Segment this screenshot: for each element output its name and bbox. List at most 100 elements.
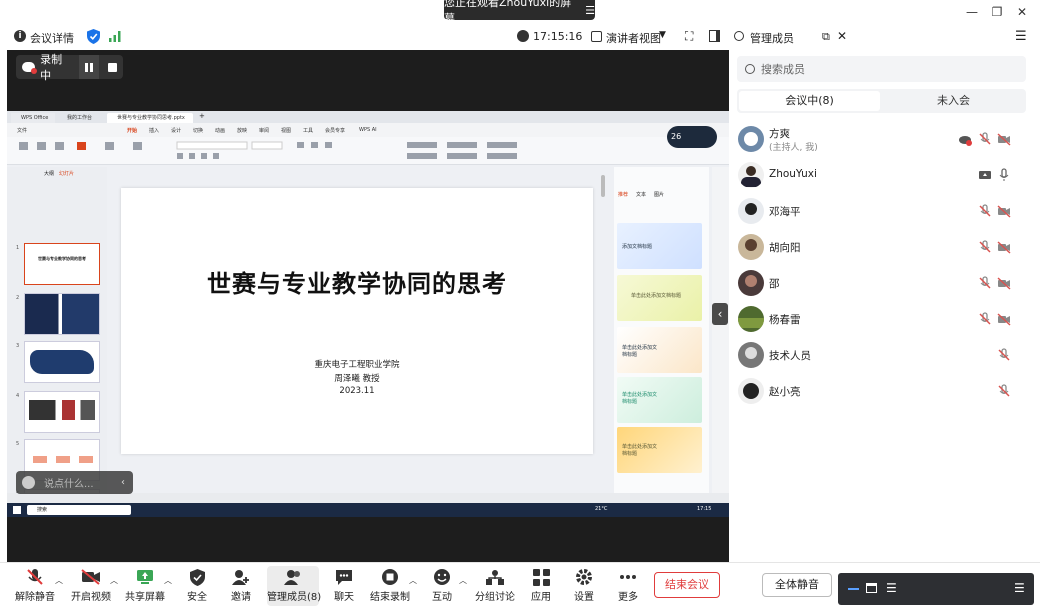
restore-icon[interactable]: ❐ [989, 4, 1005, 20]
invite-button[interactable]: 邀请 [224, 566, 258, 606]
slide-thumbnail-4[interactable] [24, 391, 100, 433]
menu-item[interactable]: 切换 [193, 127, 203, 134]
member-row[interactable]: ZhouYuxi [729, 158, 1040, 192]
stop-recording-button[interactable] [102, 55, 123, 79]
mic-off-icon[interactable] [997, 384, 1011, 398]
template-tab[interactable]: 图片 [654, 191, 664, 198]
menu-collapse-icon[interactable]: ☰ [1014, 581, 1025, 595]
viewing-banner[interactable]: 您正在观看ZhouYuxi的屏幕 ☰ [444, 0, 595, 25]
security-button[interactable]: 安全 [180, 566, 214, 606]
mic-off-icon[interactable] [978, 240, 992, 254]
mic-off-icon[interactable] [978, 132, 992, 146]
current-slide[interactable]: 世赛与专业教学协同的思考 重庆电子工程职业学院 周泽曦 教授 2023.11 [121, 188, 593, 454]
member-row[interactable]: 邓海平 [729, 194, 1040, 228]
member-row[interactable]: 方爽 (主持人, 我) [729, 122, 1040, 156]
tab-not-joined[interactable]: 未入会 [883, 91, 1024, 111]
windows-start-icon[interactable] [13, 506, 21, 514]
chevron-up-icon[interactable]: ︿ [110, 575, 118, 586]
menu-item[interactable]: 放映 [237, 127, 247, 134]
info-icon[interactable]: i [14, 30, 26, 42]
outline-tab[interactable]: 大纲 [44, 170, 54, 177]
slide-thumbnail-3[interactable] [24, 341, 100, 383]
vertical-scrollbar[interactable] [601, 175, 605, 197]
video-off-icon[interactable] [997, 276, 1011, 290]
member-row[interactable]: 胡向阳 [729, 230, 1040, 264]
tab-in-meeting[interactable]: 会议中(8) [739, 91, 880, 111]
list-icon[interactable]: ☰ [886, 581, 897, 595]
member-search-input[interactable]: 搜索成员 [737, 56, 1026, 82]
chat-quick-input[interactable]: 说点什么... ‹ [16, 471, 133, 494]
emoji-icon[interactable] [22, 476, 35, 489]
hamburger-menu-icon[interactable]: ☰ [1015, 29, 1027, 44]
menu-item-active[interactable]: 开始 [127, 127, 137, 134]
template-card[interactable]: 单击此处添加文档标题 [617, 275, 702, 321]
member-row[interactable]: 赵小亮 [729, 374, 1040, 408]
more-button[interactable]: 更多 [612, 566, 644, 606]
menu-item[interactable]: 工具 [303, 127, 313, 134]
video-off-icon[interactable] [997, 240, 1011, 254]
mic-off-icon[interactable] [978, 312, 992, 326]
slide-thumbnail-2[interactable] [24, 293, 100, 335]
taskbar-search[interactable]: 搜索 [27, 505, 131, 515]
window-icon[interactable] [866, 583, 877, 593]
pause-recording-button[interactable] [78, 55, 100, 79]
collapse-panel-button[interactable]: ‹ [712, 303, 728, 325]
member-row[interactable]: 邵 [729, 266, 1040, 300]
mic-off-icon[interactable] [978, 204, 992, 218]
slides-tab[interactable]: 幻灯片 [59, 170, 74, 177]
minimize-icon[interactable]: — [964, 4, 980, 20]
start-video-button[interactable]: 开启视频 [68, 566, 114, 606]
menu-item[interactable]: 会员专享 [325, 127, 345, 134]
menu-item[interactable]: 文件 [17, 127, 27, 134]
chevron-down-icon[interactable]: ▼ [659, 30, 666, 40]
template-card[interactable]: 单击此处添加文档标题 [617, 427, 702, 473]
member-row[interactable]: 技术人员 [729, 338, 1040, 372]
mic-off-icon[interactable] [978, 276, 992, 290]
unmute-button[interactable]: 解除静音 [12, 566, 58, 606]
manage-members-button[interactable]: 管理成员(8) [267, 566, 321, 606]
breakout-rooms-button[interactable]: 分组讨论 [474, 566, 516, 606]
end-meeting-button[interactable]: 结束会议 [654, 572, 720, 598]
split-view-icon[interactable] [709, 30, 720, 42]
close-panel-icon[interactable]: ✕ [837, 29, 847, 43]
chevron-up-icon[interactable]: ︿ [55, 575, 63, 586]
meeting-info-label[interactable]: 会议详情 [30, 30, 74, 46]
security-shield-icon[interactable] [87, 29, 100, 47]
mic-on-icon[interactable] [997, 168, 1011, 182]
menu-item[interactable]: 审阅 [259, 127, 269, 134]
fullscreen-icon[interactable]: ⛶ [685, 29, 693, 44]
minimize-icon[interactable] [848, 588, 859, 590]
menu-item[interactable]: 视图 [281, 127, 291, 134]
template-card[interactable]: 单击此处添加文档标题 [617, 327, 702, 373]
wps-tab-active[interactable]: 世赛与专业教学协同思考.pptx [107, 113, 193, 123]
popout-icon[interactable]: ⧉ [822, 30, 830, 44]
mic-off-icon[interactable] [997, 348, 1011, 362]
menu-item[interactable]: WPS AI [359, 127, 377, 133]
stop-recording-button[interactable]: 结束录制 [368, 566, 412, 606]
template-card[interactable]: 添加文档标题 [617, 223, 702, 269]
view-mode-label[interactable]: 演讲者视图 [606, 30, 661, 46]
wps-tab[interactable]: WPS Office [11, 113, 55, 123]
chat-button[interactable]: 聊天 [328, 566, 360, 606]
share-screen-button[interactable]: 共享屏幕 [122, 566, 168, 606]
tab-add-icon[interactable]: + [199, 112, 205, 120]
video-off-icon[interactable] [997, 312, 1011, 326]
menu-item[interactable]: 动画 [215, 127, 225, 134]
chevron-up-icon[interactable]: ︿ [164, 575, 172, 586]
settings-button[interactable]: 设置 [568, 566, 600, 606]
template-tab[interactable]: 文本 [636, 191, 646, 198]
chevron-left-icon[interactable]: ‹ [121, 477, 125, 488]
presenter-view-icon[interactable] [591, 31, 602, 42]
template-tab[interactable]: 推荐 [618, 191, 628, 198]
mute-all-button[interactable]: 全体静音 [762, 573, 832, 597]
video-off-icon[interactable] [997, 204, 1011, 218]
menu-item[interactable]: 设计 [171, 127, 181, 134]
video-off-icon[interactable] [997, 132, 1011, 146]
menu-item[interactable]: 插入 [149, 127, 159, 134]
member-row[interactable]: 杨春雷 [729, 302, 1040, 336]
apps-button[interactable]: 应用 [525, 566, 557, 606]
close-window-icon[interactable]: ✕ [1014, 4, 1030, 20]
chevron-up-icon[interactable]: ︿ [459, 575, 467, 586]
slide-thumbnail-1[interactable]: 世赛与专业教学协同的思考 [24, 243, 100, 285]
reaction-button[interactable]: 互动 [424, 566, 460, 606]
